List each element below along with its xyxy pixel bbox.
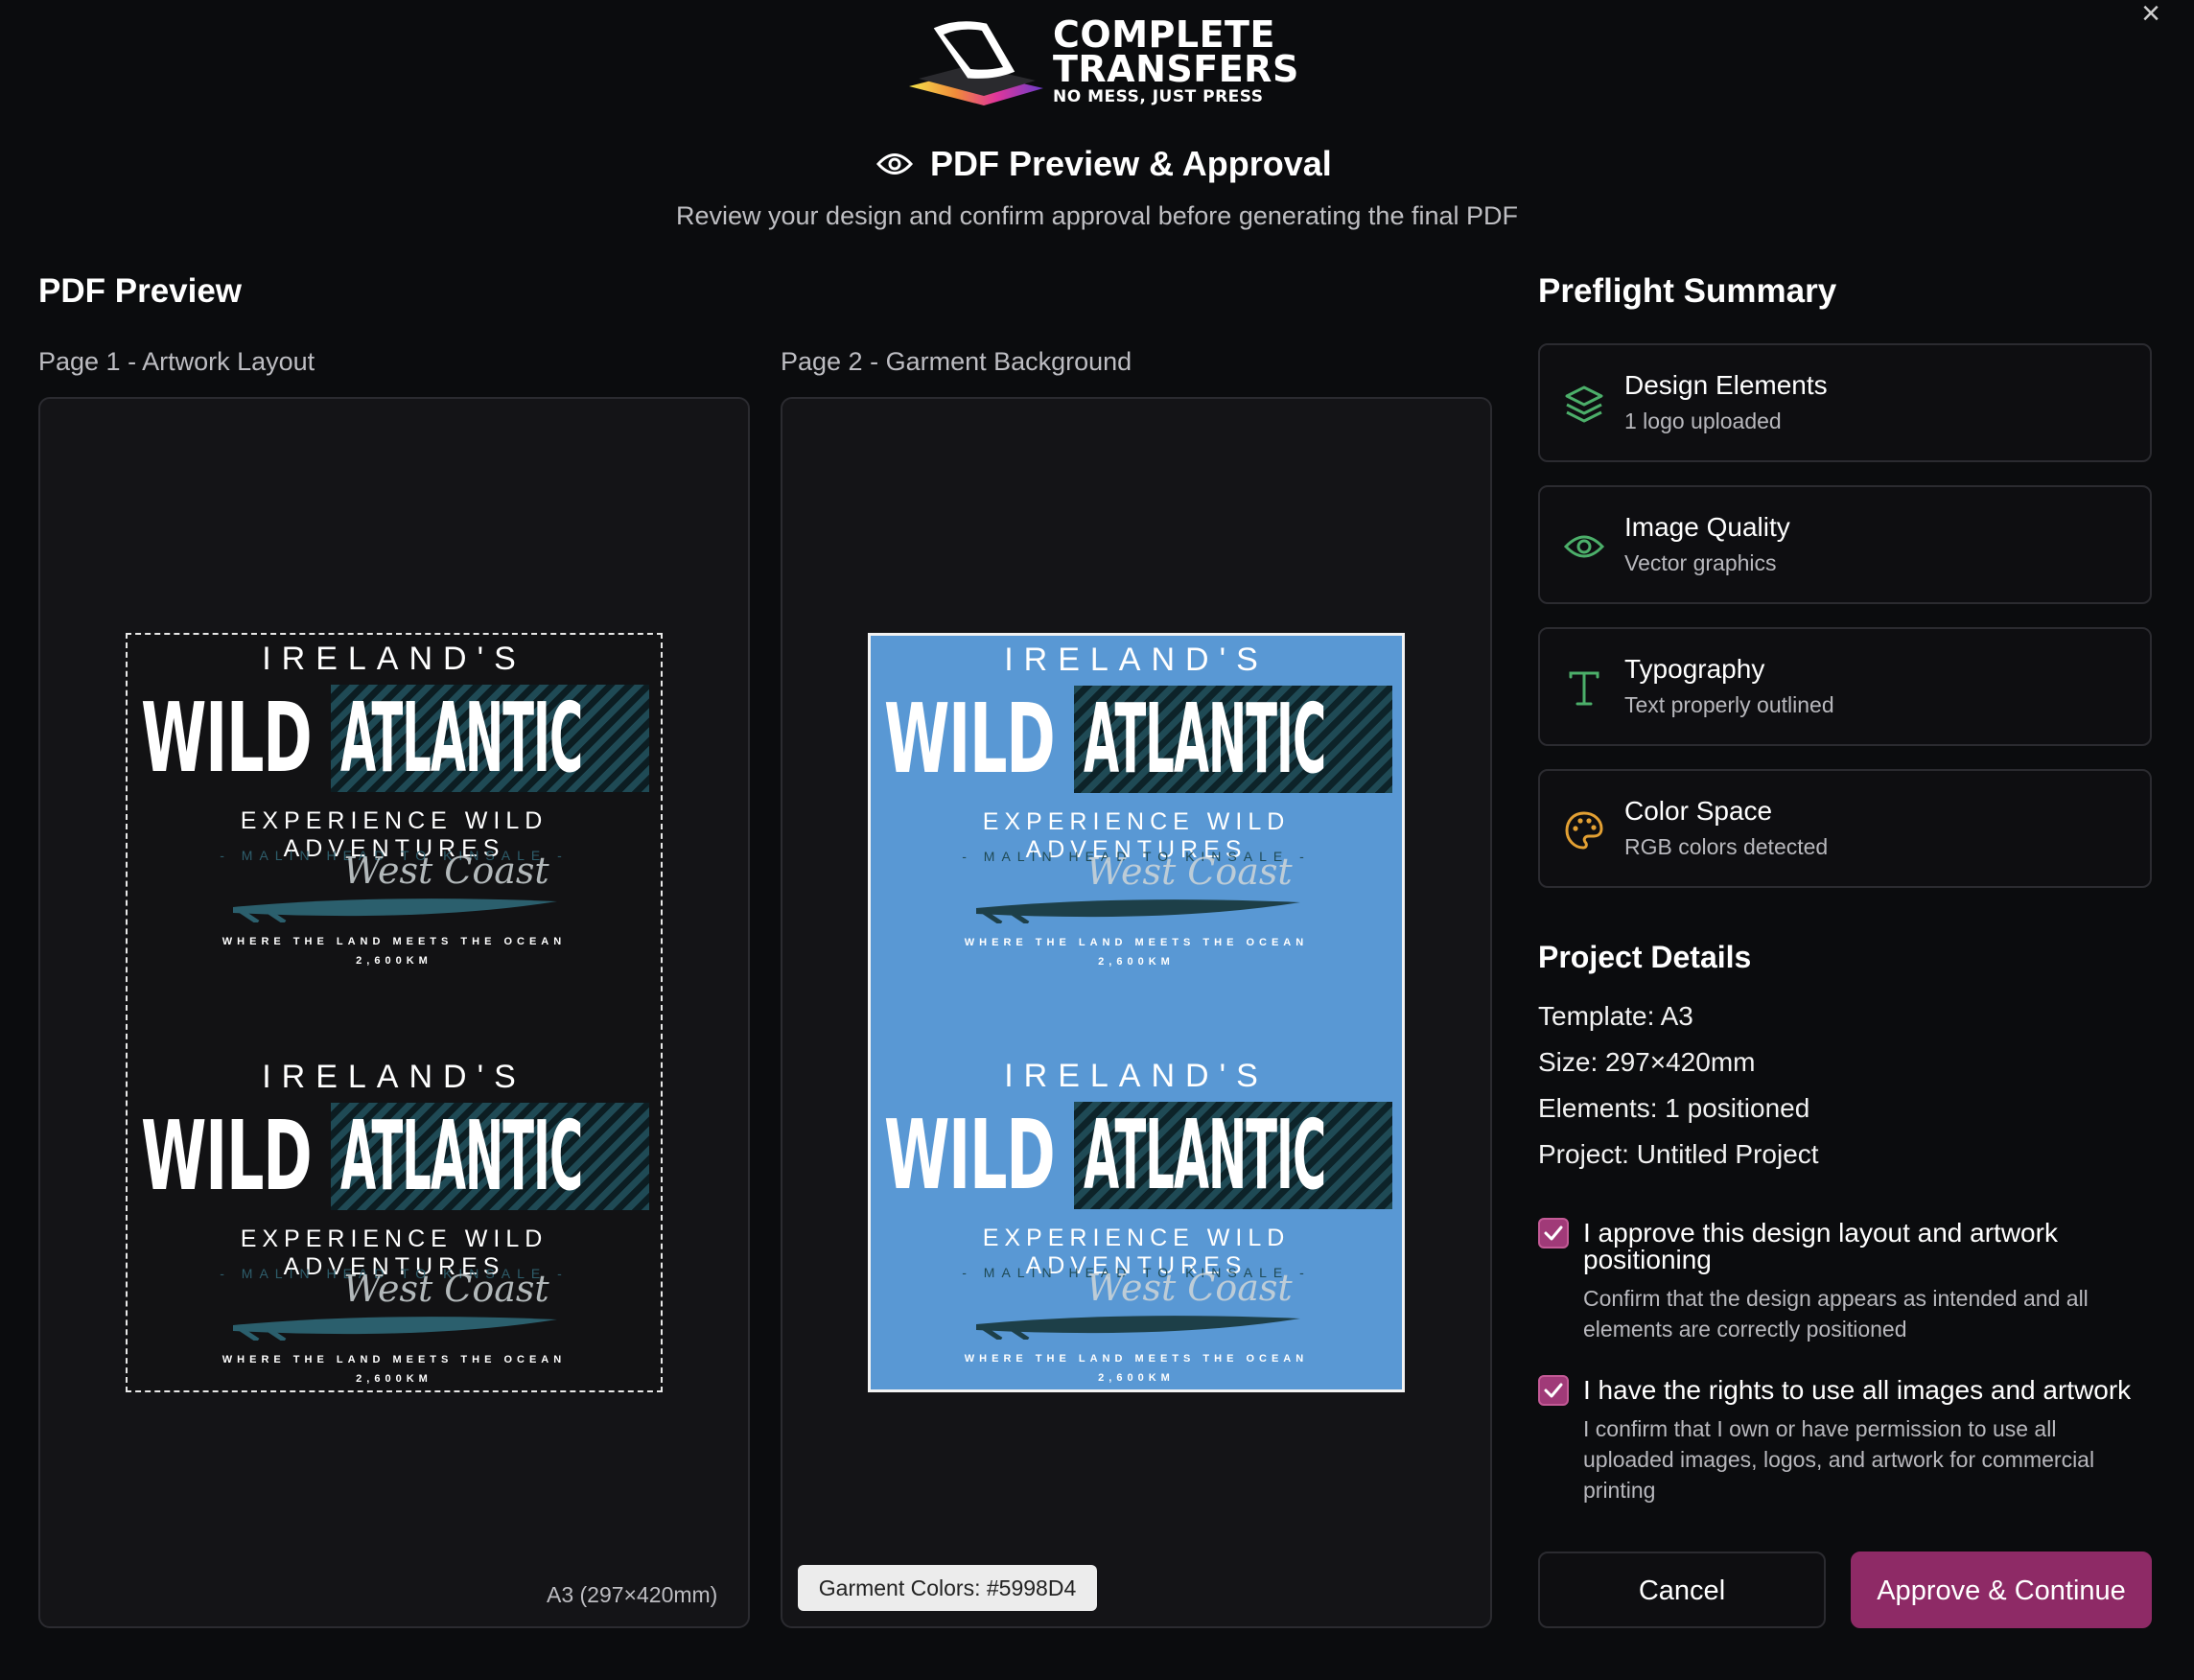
artwork-ireland: IRELAND'S: [1004, 642, 1269, 678]
project-details-title: Project Details: [1538, 940, 1752, 974]
rights-checkbox[interactable]: [1538, 1375, 1569, 1406]
project-size: Size: 297×420mm: [1538, 1047, 1756, 1077]
approve-layout-label[interactable]: I approve this design layout and artwork…: [1583, 1220, 2149, 1273]
rights-desc: I confirm that I own or have permission …: [1583, 1416, 2095, 1503]
preflight-design-elements: Design Elements 1 logo uploaded: [1538, 343, 2152, 462]
eye-icon: [1563, 535, 1605, 558]
artwork-atlantic: ATLANTIC: [340, 682, 583, 794]
page2-label: Page 2 - Garment Background: [781, 347, 1132, 376]
artwork-script: West Coast: [343, 1268, 549, 1310]
logo-tagline: NO MESS, JUST PRESS: [1053, 87, 1264, 106]
project-template: Template: A3: [1538, 1001, 1693, 1031]
artwork-atlantic: ATLANTIC: [1084, 683, 1326, 795]
preflight-item-sub: Vector graphics: [1624, 550, 1777, 575]
preflight-item-sub: 1 logo uploaded: [1624, 408, 1782, 433]
artwork-ireland: IRELAND'S: [1004, 1058, 1269, 1094]
artwork-atlantic: ATLANTIC: [1084, 1099, 1326, 1211]
preflight-typography: Typography Text properly outlined: [1538, 627, 2152, 746]
cancel-button[interactable]: Cancel: [1538, 1552, 1826, 1628]
garment-sheet: IRELAND'S WILD ATLANTIC EXPERIENCE WILD …: [868, 633, 1405, 1392]
preflight-item-sub: RGB colors detected: [1624, 834, 1829, 859]
artwork-design: IRELAND'S WILD ATLANTIC EXPERIENCE WILD …: [871, 636, 1402, 981]
approve-layout-checkbox[interactable]: [1538, 1218, 1569, 1248]
eye-icon: [876, 153, 913, 175]
close-icon[interactable]: ×: [2135, 0, 2167, 33]
preflight-item-sub: Text properly outlined: [1624, 692, 1834, 717]
artwork-script: West Coast: [1086, 1267, 1293, 1309]
preflight-color-space: Color Space RGB colors detected: [1538, 769, 2152, 888]
artwork-sheet: IRELAND'S WILD ATLANTIC EXPERIENCE WILD …: [126, 633, 663, 1392]
artwork-where: WHERE THE LAND MEETS THE OCEAN: [222, 1354, 567, 1365]
artwork-design: IRELAND'S WILD ATLANTIC EXPERIENCE WILD …: [871, 1052, 1402, 1389]
preflight-item-title: Design Elements: [1624, 370, 1828, 400]
artwork-design: IRELAND'S WILD ATLANTIC EXPERIENCE WILD …: [128, 1053, 661, 1390]
preflight-item-title: Typography: [1624, 654, 1765, 684]
surfboard-icon: [233, 1317, 557, 1341]
dialog-subtitle: Review your design and confirm approval …: [676, 201, 1518, 230]
artwork-wild: WILD: [141, 1100, 313, 1212]
checkmark-icon: [1544, 1383, 1563, 1398]
artwork-km: 2,600KM: [356, 955, 432, 967]
approve-continue-button[interactable]: Approve & Continue: [1851, 1552, 2152, 1628]
pdf-preview-title: PDF Preview: [38, 272, 243, 310]
artwork-km: 2,600KM: [356, 1373, 432, 1385]
preflight-item-title: Image Quality: [1624, 512, 1790, 542]
type-icon: [1569, 671, 1599, 706]
project-elements: Elements: 1 positioned: [1538, 1093, 1810, 1123]
artwork-ireland: IRELAND'S: [262, 641, 526, 677]
artwork-atlantic: ATLANTIC: [340, 1100, 583, 1212]
surfboard-icon: [976, 1316, 1300, 1340]
logo-line2: TRANSFERS: [1053, 48, 1299, 90]
page1-label: Page 1 - Artwork Layout: [38, 347, 315, 376]
brand-logo: COMPLETE TRANSFERS NO MESS, JUST PRESS: [901, 12, 1298, 107]
artwork-km: 2,600KM: [1098, 1372, 1175, 1384]
layers-icon: [1565, 385, 1603, 423]
checkmark-icon: [1544, 1225, 1563, 1241]
dialog-title-text: PDF Preview & Approval: [930, 144, 1332, 183]
approve-layout-desc: Confirm that the design appears as inten…: [1583, 1286, 2089, 1342]
artwork-ireland: IRELAND'S: [262, 1059, 526, 1095]
logo-line1: COMPLETE: [1053, 13, 1275, 56]
preflight-item-title: Color Space: [1624, 796, 1773, 826]
surfboard-icon: [976, 899, 1300, 923]
preflight-title: Preflight Summary: [1538, 272, 1837, 310]
rights-label[interactable]: I have the rights to use all images and …: [1583, 1377, 2149, 1404]
artwork-wild: WILD: [141, 682, 313, 794]
artwork-where: WHERE THE LAND MEETS THE OCEAN: [222, 936, 567, 947]
artwork-where: WHERE THE LAND MEETS THE OCEAN: [964, 1353, 1309, 1365]
palette-icon: [1565, 811, 1603, 850]
garment-colors-badge: Garment Colors: #5998D4: [798, 1565, 1097, 1611]
surfboard-icon: [233, 898, 557, 922]
page-size-label: A3 (297×420mm): [547, 1582, 718, 1607]
project-name: Project: Untitled Project: [1538, 1139, 1819, 1169]
artwork-design: IRELAND'S WILD ATLANTIC EXPERIENCE WILD …: [128, 635, 661, 980]
artwork-wild: WILD: [884, 1099, 1056, 1211]
logo-mark-icon: [909, 21, 1043, 105]
artwork-script: West Coast: [1086, 851, 1293, 893]
preflight-image-quality: Image Quality Vector graphics: [1538, 485, 2152, 604]
artwork-script: West Coast: [343, 850, 549, 892]
artwork-where: WHERE THE LAND MEETS THE OCEAN: [964, 937, 1309, 948]
artwork-km: 2,600KM: [1098, 956, 1175, 968]
artwork-wild: WILD: [884, 683, 1056, 795]
dialog-title: PDF Preview & Approval: [876, 144, 1332, 184]
